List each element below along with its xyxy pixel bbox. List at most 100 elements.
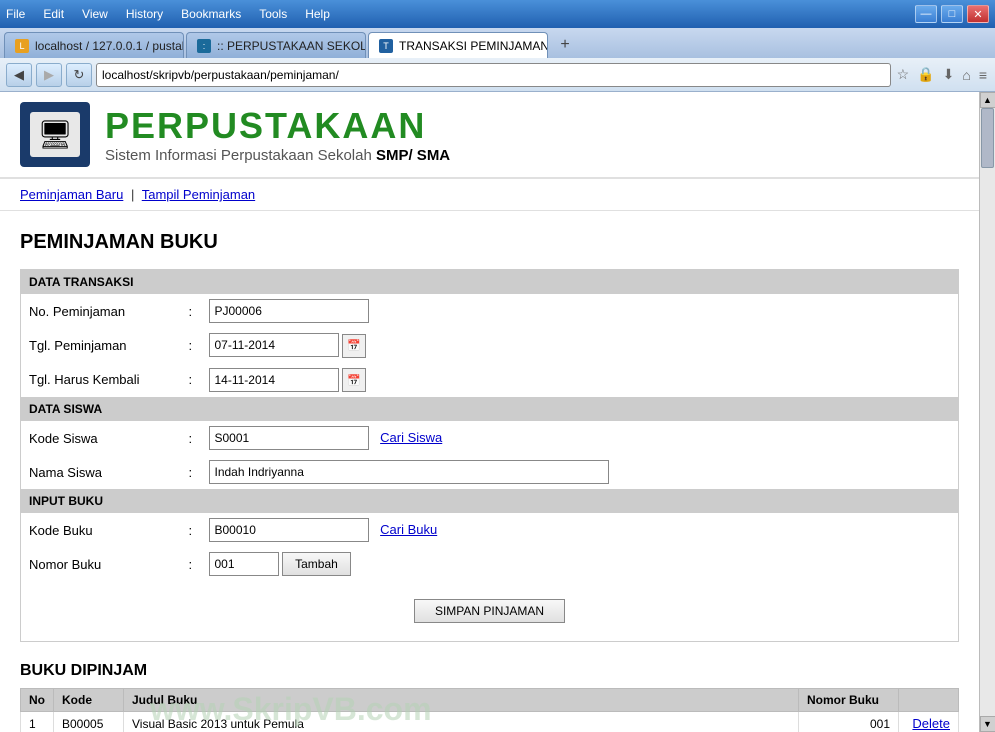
section-buku-header: INPUT BUKU: [21, 489, 959, 513]
nomor-buku-label: Nomor Buku: [21, 547, 181, 581]
menu-icon[interactable]: ≡: [979, 67, 987, 83]
tab1-favicon: L: [15, 39, 29, 53]
colon2: :: [181, 328, 201, 363]
maximize-button[interactable]: □: [941, 5, 963, 23]
tab-1[interactable]: L localhost / 127.0.0.1 / pustak... ✕: [4, 32, 184, 58]
section-buku-row: INPUT BUKU: [21, 489, 959, 513]
menu-view[interactable]: View: [82, 7, 108, 21]
tgl-kembali-input[interactable]: [209, 368, 339, 392]
tab3-favicon: T: [379, 39, 393, 53]
menu-tools[interactable]: Tools: [259, 7, 287, 21]
nomor-buku-cell: Tambah: [201, 547, 959, 581]
scrollbar-y: ▲ ▼: [979, 92, 995, 732]
nav-peminjaman-baru[interactable]: Peminjaman Baru: [20, 187, 123, 202]
row-judul: Visual Basic 2013 untuk Pemula: [124, 712, 799, 732]
back-button[interactable]: ◀: [6, 63, 32, 87]
nomor-buku-input[interactable]: [209, 552, 279, 576]
header-text: PERPUSTAKAAN Sistem Informasi Perpustaka…: [105, 105, 450, 164]
site-title: PERPUSTAKAAN: [105, 105, 450, 147]
header-logo: 🖥: [20, 102, 90, 167]
tgl-kembali-row: Tgl. Harus Kembali : 📅: [21, 363, 959, 398]
section-transaksi-header: DATA TRANSAKSI: [21, 270, 959, 295]
tgl-peminjaman-cell: 📅: [201, 328, 959, 363]
close-button[interactable]: ✕: [967, 5, 989, 23]
tab-3[interactable]: T TRANSAKSI PEMINJAMAN ✕: [368, 32, 548, 58]
tab2-label: :: PERPUSTAKAAN SEKOLAH - Sist...: [217, 39, 366, 53]
minimize-button[interactable]: —: [915, 5, 937, 23]
buku-dipinjam-table: No Kode Judul Buku Nomor Buku 1 B00005: [20, 688, 959, 732]
buku-table-head: No Kode Judul Buku Nomor Buku: [21, 689, 959, 712]
scroll-up-button[interactable]: ▲: [980, 92, 995, 108]
col-no: No: [21, 689, 54, 712]
scroll-track: [980, 108, 995, 716]
kode-buku-input[interactable]: [209, 518, 369, 542]
col-judul: Judul Buku: [124, 689, 799, 712]
tgl-peminjaman-cal-button[interactable]: 📅: [342, 334, 366, 358]
delete-link[interactable]: Delete: [912, 716, 950, 731]
kode-buku-label: Kode Buku: [21, 513, 181, 547]
menu-history[interactable]: History: [126, 7, 163, 21]
address-bar: ◀ ▶ ↻ ☆ 🔒 ⬇ ⌂ ≡: [0, 58, 995, 92]
menu-bookmarks[interactable]: Bookmarks: [181, 7, 241, 21]
row-no: 1: [21, 712, 54, 732]
no-peminjaman-input[interactable]: [209, 299, 369, 323]
address-input[interactable]: [96, 63, 891, 87]
star-icon[interactable]: ☆: [897, 66, 910, 83]
nav-separator: |: [131, 187, 134, 202]
nama-siswa-input[interactable]: [209, 460, 609, 484]
buku-dipinjam-section: BUKU DIPINJAM No Kode Judul Buku Nomor B…: [20, 662, 959, 732]
kode-siswa-input[interactable]: [209, 426, 369, 450]
no-peminjaman-cell: [201, 294, 959, 328]
nav-tampil-peminjaman[interactable]: Tampil Peminjaman: [142, 187, 255, 202]
menu-file[interactable]: File: [6, 7, 25, 21]
refresh-button[interactable]: ↻: [66, 63, 92, 87]
scroll-down-button[interactable]: ▼: [980, 716, 995, 732]
simpan-button[interactable]: SIMPAN PINJAMAN: [414, 599, 565, 623]
home-icon[interactable]: ⌂: [962, 67, 970, 83]
colon4: :: [181, 421, 201, 455]
main-content: www.SkripVB.com PEMINJAMAN BUKU DATA TRA…: [0, 211, 979, 732]
form-table: DATA TRANSAKSI No. Peminjaman : Tgl. Pem…: [20, 269, 959, 642]
cari-siswa-link[interactable]: Cari Siswa: [380, 430, 442, 445]
section-siswa-row: DATA SISWA: [21, 397, 959, 421]
menu-help[interactable]: Help: [305, 7, 330, 21]
nama-siswa-row: Nama Siswa :: [21, 455, 959, 489]
section-siswa-header: DATA SISWA: [21, 397, 959, 421]
tgl-peminjaman-input[interactable]: [209, 333, 339, 357]
simpan-row: SIMPAN PINJAMAN: [21, 581, 959, 642]
page-title: PEMINJAMAN BUKU: [20, 231, 959, 254]
cari-buku-link[interactable]: Cari Buku: [380, 522, 437, 537]
tab2-favicon: :: [197, 39, 211, 53]
tgl-peminjaman-label: Tgl. Peminjaman: [21, 328, 181, 363]
logo-inner: 🖥: [30, 112, 80, 157]
colon5: :: [181, 455, 201, 489]
scroll-thumb[interactable]: [981, 108, 994, 168]
new-tab-button[interactable]: +: [552, 32, 578, 58]
menu-edit[interactable]: Edit: [43, 7, 64, 21]
tgl-kembali-cell: 📅: [201, 363, 959, 398]
tab-2[interactable]: : :: PERPUSTAKAAN SEKOLAH - Sist... ✕: [186, 32, 366, 58]
monitor-icon: 🖥: [37, 118, 73, 151]
no-peminjaman-label: No. Peminjaman: [21, 294, 181, 328]
buku-table-header-row: No Kode Judul Buku Nomor Buku: [21, 689, 959, 712]
menu-bar: File Edit View History Bookmarks Tools H…: [6, 7, 915, 21]
tgl-kembali-cal-button[interactable]: 📅: [342, 368, 366, 392]
site-subtitle: Sistem Informasi Perpustakaan Sekolah SM…: [105, 147, 450, 164]
colon7: :: [181, 547, 201, 581]
title-bar: File Edit View History Bookmarks Tools H…: [0, 0, 995, 28]
download-icon[interactable]: ⬇: [943, 66, 955, 83]
buku-table-body: 1 B00005 Visual Basic 2013 untuk Pemula …: [21, 712, 959, 732]
site-header: 🖥 PERPUSTAKAAN Sistem Informasi Perpusta…: [0, 92, 979, 179]
colon3: :: [181, 363, 201, 398]
kode-buku-cell: Cari Buku: [201, 513, 959, 547]
subtitle-pre: Sistem Informasi Perpustakaan Sekolah: [105, 147, 376, 164]
tgl-peminjaman-row: Tgl. Peminjaman : 📅: [21, 328, 959, 363]
row-action-cell: Delete: [899, 712, 959, 732]
colon6: :: [181, 513, 201, 547]
subtitle-bold: SMP/ SMA: [376, 147, 450, 164]
nama-siswa-label: Nama Siswa: [21, 455, 181, 489]
forward-button[interactable]: ▶: [36, 63, 62, 87]
tambah-button[interactable]: Tambah: [282, 552, 351, 576]
kode-siswa-row: Kode Siswa : Cari Siswa: [21, 421, 959, 455]
kode-buku-row: Kode Buku : Cari Buku: [21, 513, 959, 547]
